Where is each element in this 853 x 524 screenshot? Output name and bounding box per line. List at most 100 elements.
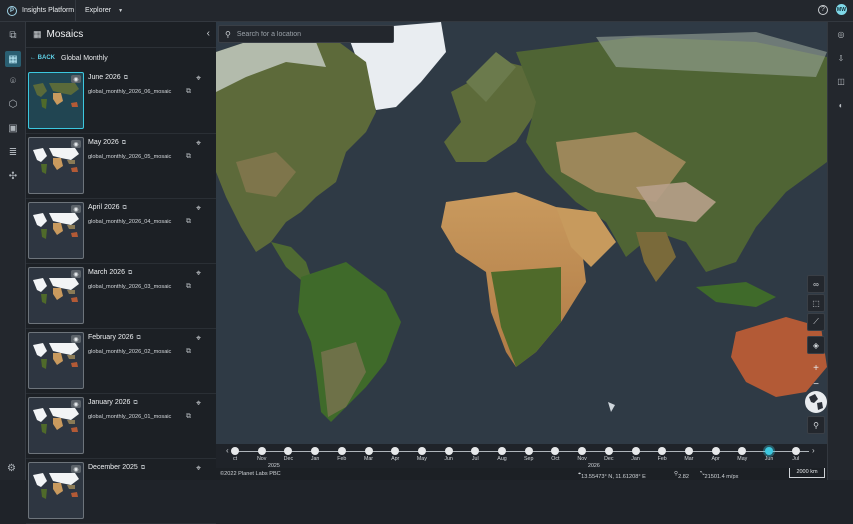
export-icon[interactable]: ⇩ (835, 52, 847, 64)
timeline-prev-icon[interactable]: ‹ (226, 446, 229, 455)
external-link-icon[interactable]: ⧉ (128, 270, 132, 276)
mosaic-title[interactable]: May 2026 ⧉ (88, 139, 126, 147)
layers-stack-icon[interactable]: ⧉ (5, 27, 21, 43)
mosaic-thumbnail[interactable]: ◉ (28, 72, 84, 129)
map-canvas[interactable] (216, 22, 827, 473)
locate-target-icon[interactable]: ⌖ (196, 138, 201, 149)
locate-target-icon[interactable]: ⌖ (196, 398, 201, 409)
help-icon[interactable]: ? (818, 4, 828, 15)
zoom-out-button[interactable]: − (807, 377, 825, 391)
mosaic-thumbnail[interactable]: ◉ (28, 267, 84, 324)
satellite-icon[interactable]: ✣ (5, 168, 21, 184)
measure-button[interactable]: ⟋ (807, 313, 825, 331)
settings-gear-icon[interactable]: ⚙ (7, 463, 16, 474)
zoom-in-button[interactable]: + (807, 361, 825, 375)
external-link-icon[interactable]: ⧉ (137, 335, 141, 341)
layers-button[interactable]: ◈ (807, 336, 825, 354)
locate-target-icon[interactable]: ⌖ (196, 203, 201, 214)
mosaics-grid-icon[interactable]: ▦ (5, 51, 21, 67)
mosaic-list-item[interactable]: ◉ February 2026 ⧉ global_monthly_2026_02_… (26, 330, 216, 394)
image-search-icon[interactable]: ▣ (5, 120, 21, 136)
visibility-eye-icon[interactable]: ◉ (71, 400, 81, 408)
mosaic-thumbnail[interactable]: ◉ (28, 202, 84, 259)
mosaic-list-item[interactable]: ◉ March 2026 ⧉ global_monthly_2026_03_mos… (26, 265, 216, 329)
timeline-dot[interactable] (604, 447, 613, 455)
timeline-dot[interactable] (311, 447, 320, 455)
search-input[interactable] (236, 30, 387, 38)
timeline-dot[interactable] (765, 447, 773, 455)
copy-icon[interactable]: ⧉ (186, 283, 191, 291)
copy-icon[interactable]: ⧉ (186, 413, 191, 421)
timeline-dot[interactable] (257, 447, 266, 455)
mosaic-title[interactable]: March 2026 ⧉ (88, 269, 132, 277)
locate-target-icon[interactable]: ⌖ (196, 268, 201, 279)
section-dropdown[interactable]: Explorer ▼ (76, 7, 123, 14)
timeline-dot[interactable] (284, 447, 293, 455)
globe-view-button[interactable] (805, 391, 827, 413)
mosaic-title[interactable]: February 2026 ⧉ (88, 334, 141, 342)
external-link-icon[interactable]: ⧉ (122, 140, 126, 146)
timeline-dot[interactable] (631, 447, 640, 455)
timeline-dot[interactable] (738, 447, 747, 455)
copy-icon[interactable]: ⧉ (186, 153, 191, 161)
timeline-dot[interactable] (364, 447, 373, 455)
area-polygon-icon[interactable]: ⬡ (5, 96, 21, 112)
timeline-dot[interactable] (337, 447, 346, 455)
back-button[interactable]: ← BACK (30, 55, 55, 61)
contrast-icon[interactable]: ◐ (835, 99, 847, 111)
mosaic-list-item[interactable]: ◉ January 2026 ⧉ global_monthly_2026_01_m… (26, 395, 216, 459)
timeline-dot[interactable] (471, 447, 480, 455)
timeline-dot[interactable] (391, 447, 400, 455)
timeline-dot[interactable] (551, 447, 560, 455)
visibility-eye-icon[interactable]: ◉ (71, 140, 81, 148)
brand[interactable]: P Insights Platform (0, 0, 76, 22)
mosaic-thumbnail[interactable]: ◉ (28, 462, 84, 519)
copy-icon[interactable]: ⧉ (186, 348, 191, 356)
timeline-dot[interactable] (578, 447, 587, 455)
timeline-dot[interactable] (711, 447, 720, 455)
visibility-eye-icon[interactable]: ◉ (71, 270, 81, 278)
timeline-dot[interactable] (524, 447, 533, 455)
timeline-next-icon[interactable]: › (812, 446, 815, 455)
timeline-dot[interactable] (684, 447, 693, 455)
mosaic-list-item[interactable]: ◉ June 2026 ⧉ global_monthly_2026_06_mosa… (26, 70, 216, 134)
mosaic-title[interactable]: April 2026 ⧉ (88, 204, 127, 212)
location-search[interactable]: ⚲ (218, 25, 394, 43)
timeline-dot[interactable] (417, 447, 426, 455)
view-toggle-icon[interactable]: ◎ (835, 28, 847, 40)
mosaic-thumbnail[interactable]: ◉ (28, 137, 84, 194)
mosaic-thumbnail[interactable]: ◉ (28, 397, 84, 454)
mosaic-thumbnail[interactable]: ◉ (28, 332, 84, 389)
locate-target-icon[interactable]: ⌖ (196, 333, 201, 344)
analytics-icon[interactable]: ◫ (835, 75, 847, 87)
visibility-eye-icon[interactable]: ◉ (71, 335, 81, 343)
mosaic-list-item[interactable]: ◉ May 2026 ⧉ global_monthly_2026_05_mosai… (26, 135, 216, 199)
share-link-button[interactable]: ∞ (807, 275, 825, 293)
document-icon[interactable]: ≣ (5, 144, 21, 160)
locate-target-icon[interactable]: ⌖ (196, 73, 201, 84)
external-link-icon[interactable]: ⧉ (141, 465, 145, 471)
mosaic-title[interactable]: January 2026 ⧉ (88, 399, 138, 407)
mosaic-list-item[interactable]: ◉ April 2026 ⧉ global_monthly_2026_04_mos… (26, 200, 216, 264)
visibility-eye-icon[interactable]: ◉ (71, 75, 81, 83)
draw-area-button[interactable]: ⬚ (807, 294, 825, 312)
timeline-dot[interactable] (658, 447, 667, 455)
external-link-icon[interactable]: ⧉ (133, 400, 137, 406)
visibility-eye-icon[interactable]: ◉ (71, 465, 81, 473)
timeline-dot[interactable] (498, 447, 506, 455)
external-link-icon[interactable]: ⧉ (124, 75, 128, 81)
timeline-dot[interactable] (444, 447, 453, 455)
location-pin-icon[interactable]: ⌾ (5, 73, 21, 89)
collapse-panel-icon[interactable]: ‹ (207, 28, 210, 39)
user-avatar[interactable]: MW (836, 4, 847, 15)
visibility-eye-icon[interactable]: ◉ (71, 205, 81, 213)
timeline-dot[interactable] (791, 447, 800, 455)
mosaic-title[interactable]: June 2026 ⧉ (88, 74, 128, 82)
mosaic-list-item[interactable]: ◉ December 2025 ⧉ ⌖ (26, 460, 216, 524)
timeline-dot[interactable] (231, 447, 239, 455)
locate-target-icon[interactable]: ⌖ (196, 463, 201, 474)
copy-icon[interactable]: ⧉ (186, 218, 191, 226)
mosaic-title[interactable]: December 2025 ⧉ (88, 464, 145, 472)
copy-icon[interactable]: ⧉ (186, 88, 191, 96)
external-link-icon[interactable]: ⧉ (123, 205, 127, 211)
